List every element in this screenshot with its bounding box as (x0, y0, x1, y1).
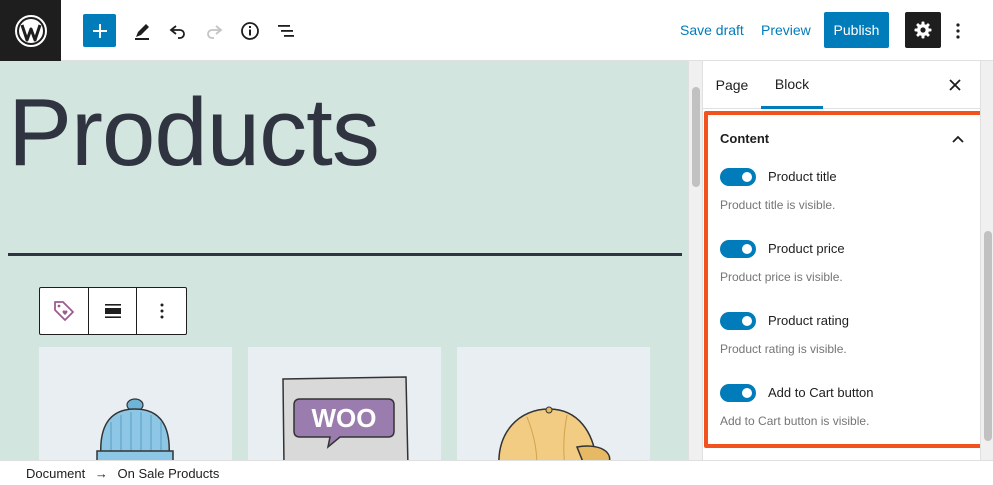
toggle-help-text: Product rating is visible. (720, 342, 847, 356)
options-button[interactable] (948, 14, 968, 47)
vertical-ellipsis-icon (956, 22, 960, 39)
undo-icon (169, 24, 185, 39)
redo-button[interactable] (197, 14, 230, 47)
canvas-scrollbar[interactable] (688, 61, 702, 460)
chevron-up-icon (952, 135, 964, 143)
content-panel-title[interactable]: Content (720, 131, 769, 146)
breadcrumb: Document → On Sale Products (26, 466, 225, 481)
canvas-scrollbar-thumb[interactable] (692, 87, 700, 187)
sidebar-scrollbar[interactable] (980, 61, 993, 460)
publish-button[interactable]: Publish (824, 12, 889, 48)
close-icon (949, 79, 961, 91)
align-button[interactable] (89, 288, 138, 334)
product-image-beanie[interactable] (39, 347, 232, 460)
list-view-button[interactable] (269, 14, 302, 47)
breadcrumb-on-sale-products[interactable]: On Sale Products (118, 466, 220, 481)
wordpress-logo-icon[interactable] (0, 0, 61, 61)
tag-heart-icon (53, 301, 74, 321)
editor-canvas[interactable]: Products WOO (0, 61, 688, 460)
product-price-toggle[interactable] (720, 240, 756, 258)
toggle-label[interactable]: Add to Cart button (768, 384, 874, 402)
toggle-label[interactable]: Product price (768, 240, 845, 258)
gear-icon (914, 21, 932, 39)
editor-header: Save draft Preview Publish (0, 0, 993, 61)
toggle-help-text: Product title is visible. (720, 198, 836, 212)
beanie-illustration (96, 398, 174, 460)
cap-illustration (498, 406, 611, 460)
product-image-woo-poster[interactable]: WOO (248, 347, 441, 460)
product-title-toggle[interactable] (720, 168, 756, 186)
plus-icon (92, 23, 107, 38)
product-rating-toggle[interactable] (720, 312, 756, 330)
sidebar-scrollbar-thumb[interactable] (984, 231, 992, 441)
settings-sidebar: Page Block Content Product title Product… (702, 61, 993, 460)
toggle-label[interactable]: Product rating (768, 312, 849, 330)
settings-button[interactable] (905, 12, 941, 48)
editor-footer: Document → On Sale Products (0, 460, 993, 485)
preview-button[interactable]: Preview (761, 22, 811, 38)
sidebar-tabs: Page Block (703, 61, 980, 109)
block-toolbar (39, 287, 187, 335)
breadcrumb-separator: → (94, 466, 108, 481)
product-image-cap[interactable] (457, 347, 650, 460)
breadcrumb-document[interactable]: Document (26, 466, 85, 481)
redo-icon (206, 24, 222, 39)
details-button[interactable] (233, 14, 266, 47)
add-to-cart-toggle[interactable] (720, 384, 756, 402)
toggle-label[interactable]: Product title (768, 168, 837, 186)
tab-block[interactable]: Block (761, 61, 823, 109)
save-draft-button[interactable]: Save draft (680, 22, 744, 38)
add-block-button[interactable] (83, 14, 116, 47)
tools-button[interactable] (125, 14, 158, 47)
toggle-help-text: Product price is visible. (720, 270, 843, 284)
align-center-icon (104, 304, 121, 318)
tab-page[interactable]: Page (707, 61, 757, 109)
content-panel: Content Product title Product title is v… (704, 111, 989, 448)
pencil-icon (134, 23, 149, 40)
page-title[interactable]: Products (8, 85, 380, 181)
separator-block[interactable] (8, 253, 682, 256)
close-settings-button[interactable] (943, 73, 967, 97)
undo-button[interactable] (161, 14, 194, 47)
list-view-icon (277, 24, 294, 37)
woo-badge-text: WOO (312, 403, 377, 433)
info-icon (240, 21, 259, 40)
vertical-ellipsis-icon (160, 303, 164, 319)
toggle-help-text: Add to Cart button is visible. (720, 414, 870, 428)
block-type-button[interactable] (40, 288, 89, 334)
collapse-panel-button[interactable] (946, 127, 970, 151)
block-options-button[interactable] (137, 288, 186, 334)
